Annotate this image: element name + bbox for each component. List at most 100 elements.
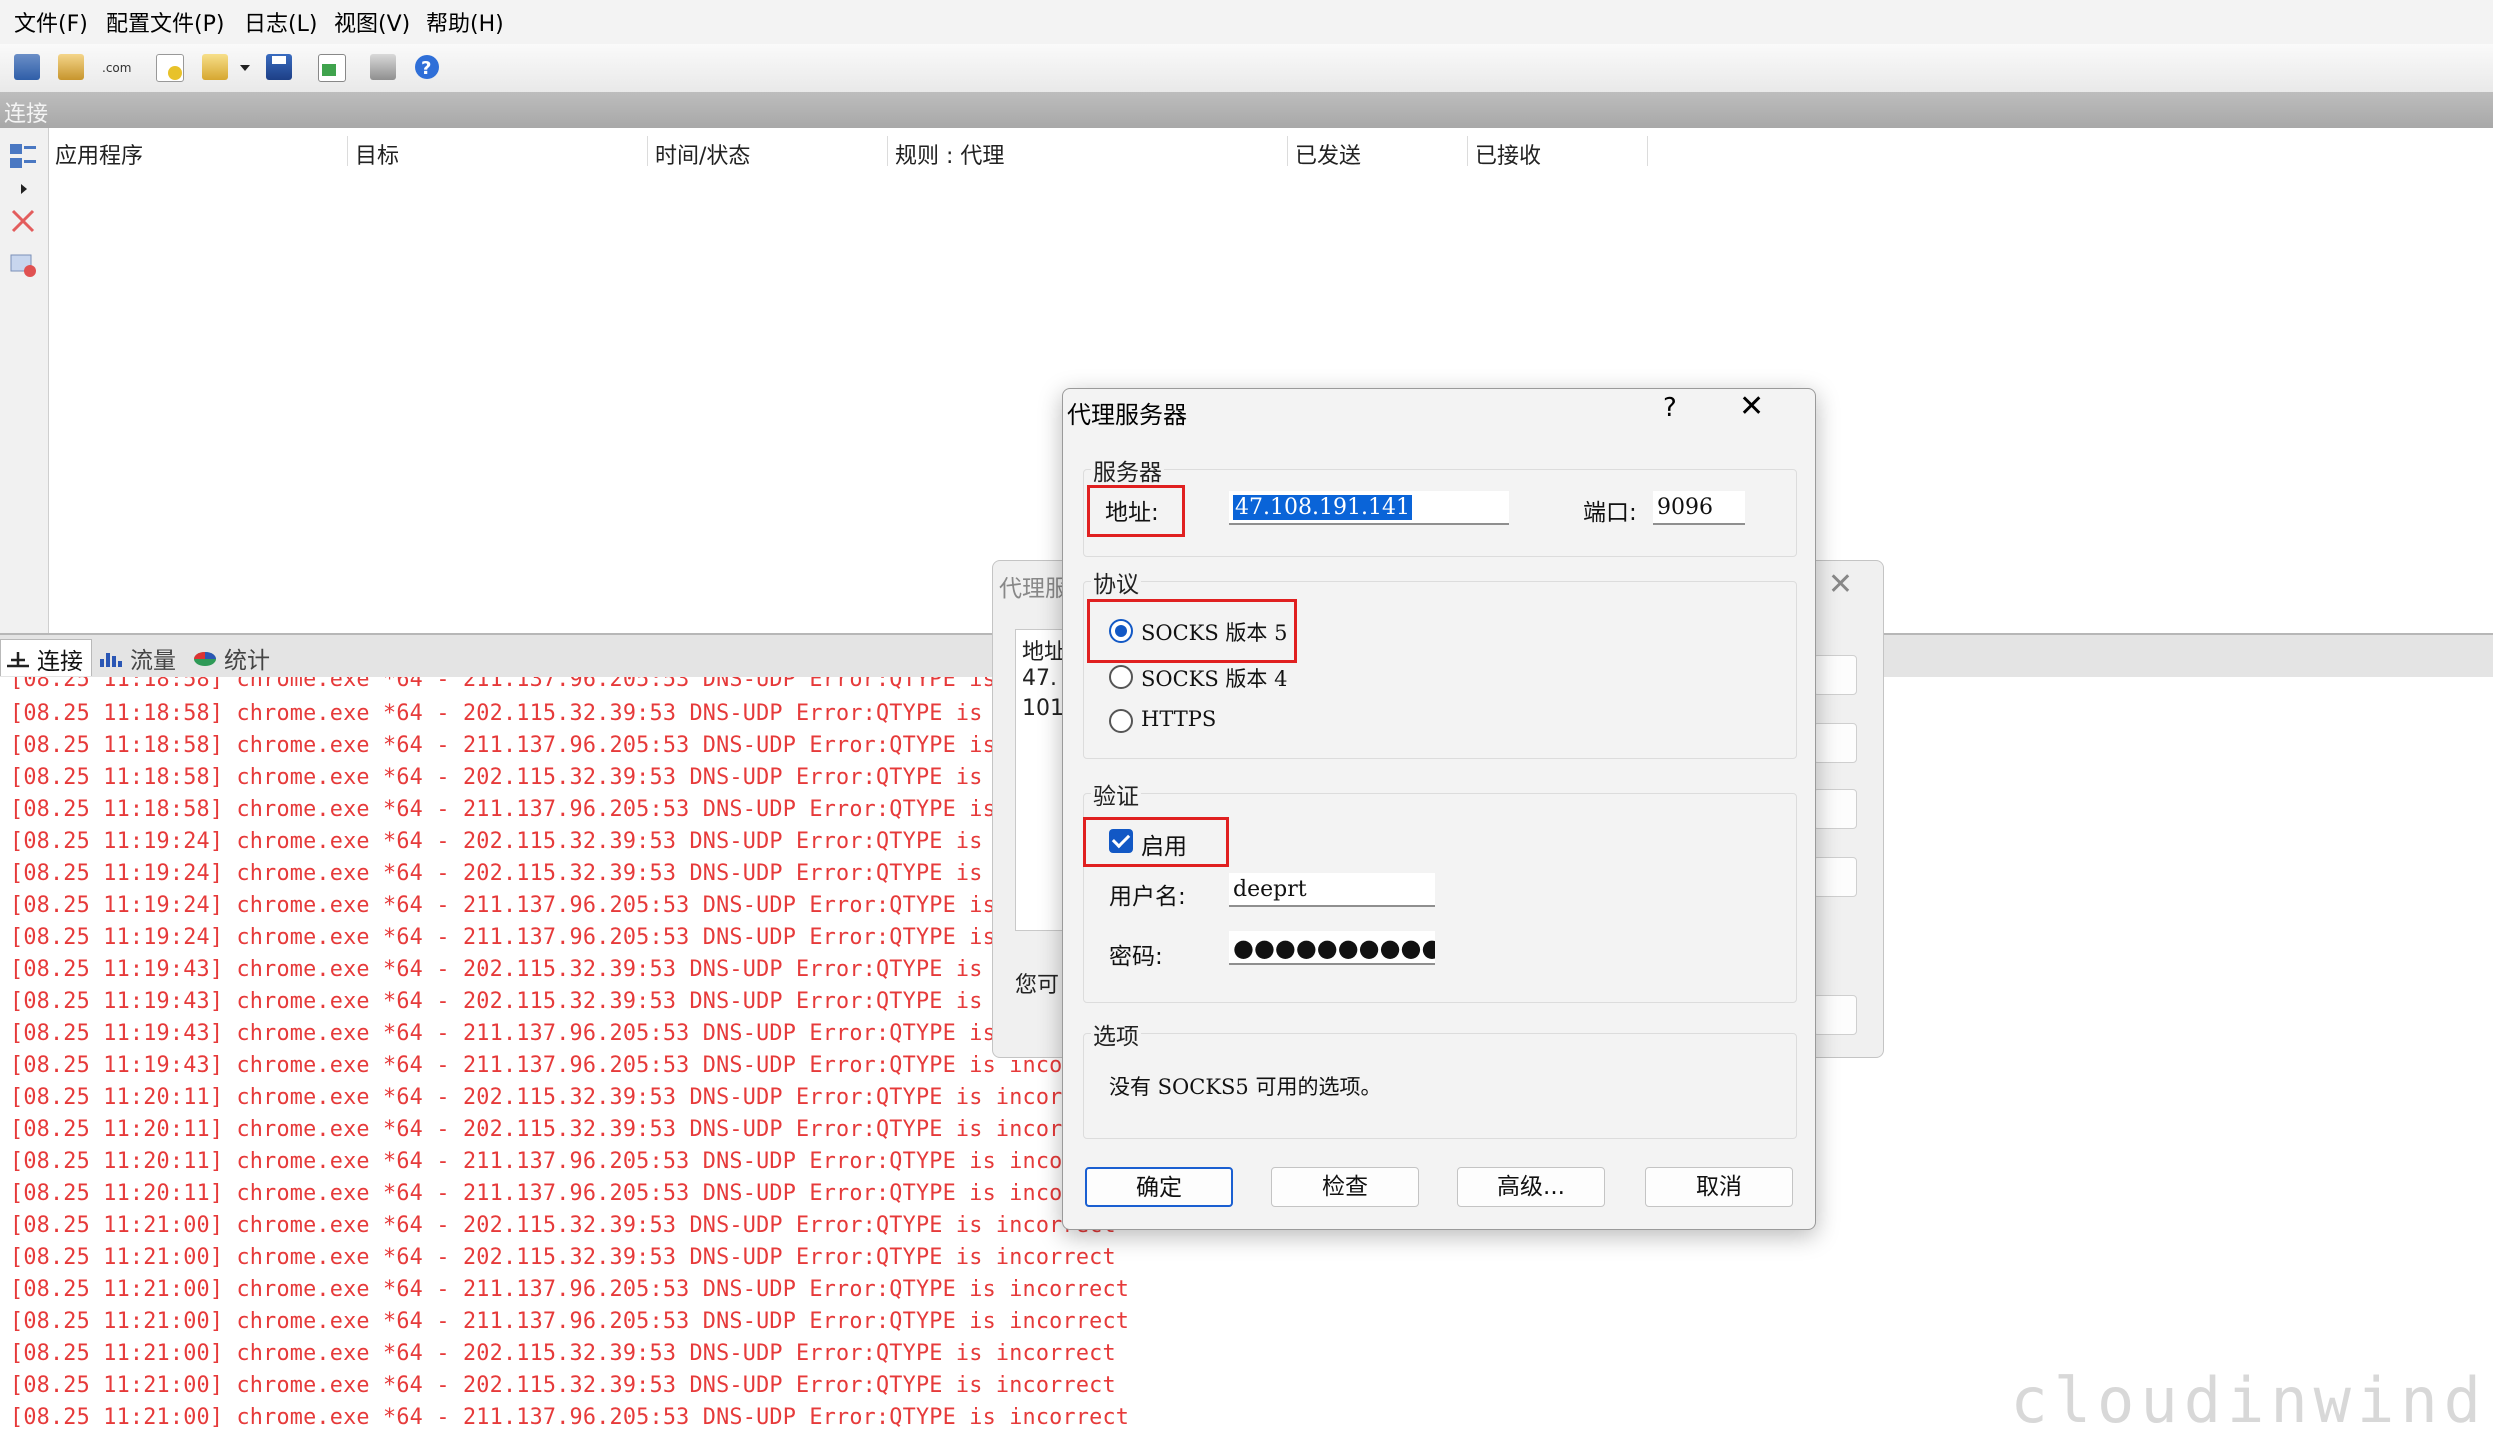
new-profile-icon[interactable] — [10, 50, 44, 84]
radio-socks4[interactable] — [1109, 665, 1133, 689]
log-line: [08.25 11:18:58] chrome.exe *64 - 211.13… — [10, 733, 1130, 758]
https-label: HTTPS — [1141, 707, 1217, 731]
protocol-group-label: 协议 — [1091, 565, 1141, 599]
log-line: [08.25 11:21:00] chrome.exe *64 - 211.13… — [10, 1277, 1130, 1302]
statistics-icon — [194, 652, 216, 666]
options-group-label: 选项 — [1091, 1017, 1141, 1051]
export-icon[interactable] — [314, 50, 348, 84]
log-line: [08.25 11:21:00] chrome.exe *64 - 211.13… — [10, 1309, 1130, 1334]
connections-icon — [7, 652, 29, 668]
bg-proxy-row: 47. — [1022, 666, 1057, 691]
menu-profile[interactable]: 配置文件(P) — [106, 6, 224, 38]
tab-statistics[interactable]: 统计 — [188, 639, 288, 675]
cancel-button[interactable]: 取消 — [1645, 1167, 1793, 1207]
username-input[interactable]: deeprt — [1229, 873, 1435, 907]
options-text: 没有 SOCKS5 可用的选项。 — [1109, 1075, 1382, 1099]
log-line: [08.25 11:19:43] chrome.exe *64 - 211.13… — [10, 1053, 1130, 1078]
log-line: [08.25 11:19:24] chrome.exe *64 - 211.13… — [10, 893, 1130, 918]
save-icon[interactable] — [262, 50, 296, 84]
log-line: [08.25 11:19:43] chrome.exe *64 - 202.11… — [10, 989, 1116, 1014]
log-line: [08.25 11:21:00] chrome.exe *64 - 211.13… — [10, 1405, 1130, 1430]
log-line: [08.25 11:21:00] chrome.exe *64 - 202.11… — [10, 1373, 1116, 1398]
svg-text:.com: .com — [102, 61, 131, 75]
bg-side-button[interactable] — [1813, 789, 1857, 829]
log-line: [08.25 11:20:11] chrome.exe *64 - 202.11… — [10, 1085, 1116, 1110]
log-line: [08.25 11:19:24] chrome.exe *64 - 211.13… — [10, 925, 1130, 950]
radio-socks5[interactable] — [1109, 619, 1133, 643]
proxy-servers-icon[interactable] — [54, 50, 88, 84]
close-icon[interactable]: ✕ — [1739, 389, 1764, 424]
log-line: [08.25 11:18:58] chrome.exe *64 - 202.11… — [10, 765, 1116, 790]
view-mode-icon[interactable] — [8, 142, 38, 172]
column-time-status[interactable]: 时间/状态 — [655, 138, 750, 170]
bg-side-button[interactable] — [1813, 723, 1857, 763]
bg-side-button[interactable] — [1813, 655, 1857, 695]
log-line: [08.25 11:20:11] chrome.exe *64 - 211.13… — [10, 1149, 1130, 1174]
menu-log[interactable]: 日志(L) — [244, 6, 317, 38]
connections-table-header: 应用程序 目标 时间/状态 规则 : 代理 已发送 已接收 — [49, 128, 2493, 172]
enable-auth-label: 启用 — [1141, 834, 1187, 860]
socks4-label: SOCKS 版本 4 — [1141, 667, 1288, 691]
log-line: [08.25 11:20:11] chrome.exe *64 - 211.13… — [10, 1181, 1130, 1206]
dialog-title: 代理服务器 — [1067, 401, 1187, 429]
column-application[interactable]: 应用程序 — [55, 138, 143, 170]
bg-close-icon[interactable]: ✕ — [1828, 567, 1853, 602]
watermark: cloudinwind — [2010, 1364, 2487, 1437]
open-profile-icon[interactable] — [198, 50, 232, 84]
expand-arrow-icon[interactable] — [18, 178, 30, 194]
remove-closed-icon[interactable] — [8, 250, 38, 280]
check-button[interactable]: 检查 — [1271, 1167, 1419, 1207]
log-line: [08.25 11:20:11] chrome.exe *64 - 202.11… — [10, 1117, 1116, 1142]
radio-https[interactable] — [1109, 709, 1133, 733]
address-input[interactable]: 47.108.191.141 — [1229, 491, 1509, 525]
menu-view[interactable]: 视图(V) — [334, 6, 410, 38]
port-label: 端口: — [1583, 500, 1637, 526]
column-sent[interactable]: 已发送 — [1295, 138, 1361, 170]
password-input[interactable]: ●●●●●●●●●● — [1229, 931, 1435, 965]
bg-dialog-title: 代理服 — [999, 576, 1068, 602]
rules-icon[interactable] — [152, 50, 186, 84]
tab-connections[interactable]: 连接 — [0, 639, 92, 676]
log-line: [08.25 11:18:58] chrome.exe *64 - 202.11… — [10, 701, 1116, 726]
help-button[interactable]: ? — [1663, 393, 1677, 423]
menu-file[interactable]: 文件(F) — [14, 6, 88, 38]
svg-text:?: ? — [421, 58, 431, 79]
menu-bar: 文件(F) 配置文件(P) 日志(L) 视图(V) 帮助(H) — [0, 0, 2493, 44]
port-input[interactable]: 9096 — [1653, 491, 1745, 525]
column-rule-proxy[interactable]: 规则 : 代理 — [895, 138, 1004, 170]
name-resolution-icon[interactable]: .com — [100, 50, 134, 84]
ok-button[interactable]: 确定 — [1085, 1167, 1233, 1207]
log-line: [08.25 11:19:43] chrome.exe *64 - 202.11… — [10, 957, 1116, 982]
column-target[interactable]: 目标 — [355, 138, 399, 170]
connections-side-toolbar — [0, 128, 49, 633]
bg-side-button[interactable] — [1813, 995, 1857, 1035]
traffic-icon — [100, 653, 122, 667]
server-group-label: 服务器 — [1091, 453, 1164, 487]
close-connection-icon[interactable] — [8, 206, 38, 236]
menu-help[interactable]: 帮助(H) — [426, 6, 504, 38]
enable-auth-checkbox[interactable] — [1109, 829, 1133, 853]
tab-traffic[interactable]: 流量 — [94, 639, 184, 675]
log-line: [08.25 11:21:00] chrome.exe *64 - 202.11… — [10, 1213, 1116, 1238]
connections-pane-title: 连接 — [0, 92, 2493, 128]
tab-traffic-label: 流量 — [130, 648, 176, 674]
tab-connections-label: 连接 — [37, 649, 83, 675]
log-line: [08.25 11:18:58] chrome.exe *64 - 211.13… — [10, 677, 1130, 692]
advanced-button[interactable]: 高级... — [1457, 1167, 1605, 1207]
bg-hint-text: 您可 — [1015, 973, 1060, 998]
log-line: [08.25 11:19:43] chrome.exe *64 - 211.13… — [10, 1021, 1130, 1046]
toolbar: .com ? — [0, 44, 2493, 93]
username-label: 用户名: — [1109, 884, 1186, 910]
authentication-group-label: 验证 — [1091, 777, 1141, 811]
help-icon[interactable]: ? — [410, 50, 444, 84]
tab-statistics-label: 统计 — [224, 648, 270, 674]
connections-title: 连接 — [4, 102, 49, 127]
log-line: [08.25 11:21:00] chrome.exe *64 - 202.11… — [10, 1245, 1116, 1270]
password-label: 密码: — [1109, 944, 1163, 970]
dropdown-arrow-icon[interactable] — [236, 50, 254, 84]
bg-side-button[interactable] — [1813, 857, 1857, 897]
print-icon[interactable] — [366, 50, 400, 84]
address-value: 47.108.191.141 — [1233, 495, 1412, 520]
bg-address-header: 地址 — [1022, 640, 1067, 665]
column-received[interactable]: 已接收 — [1475, 138, 1541, 170]
